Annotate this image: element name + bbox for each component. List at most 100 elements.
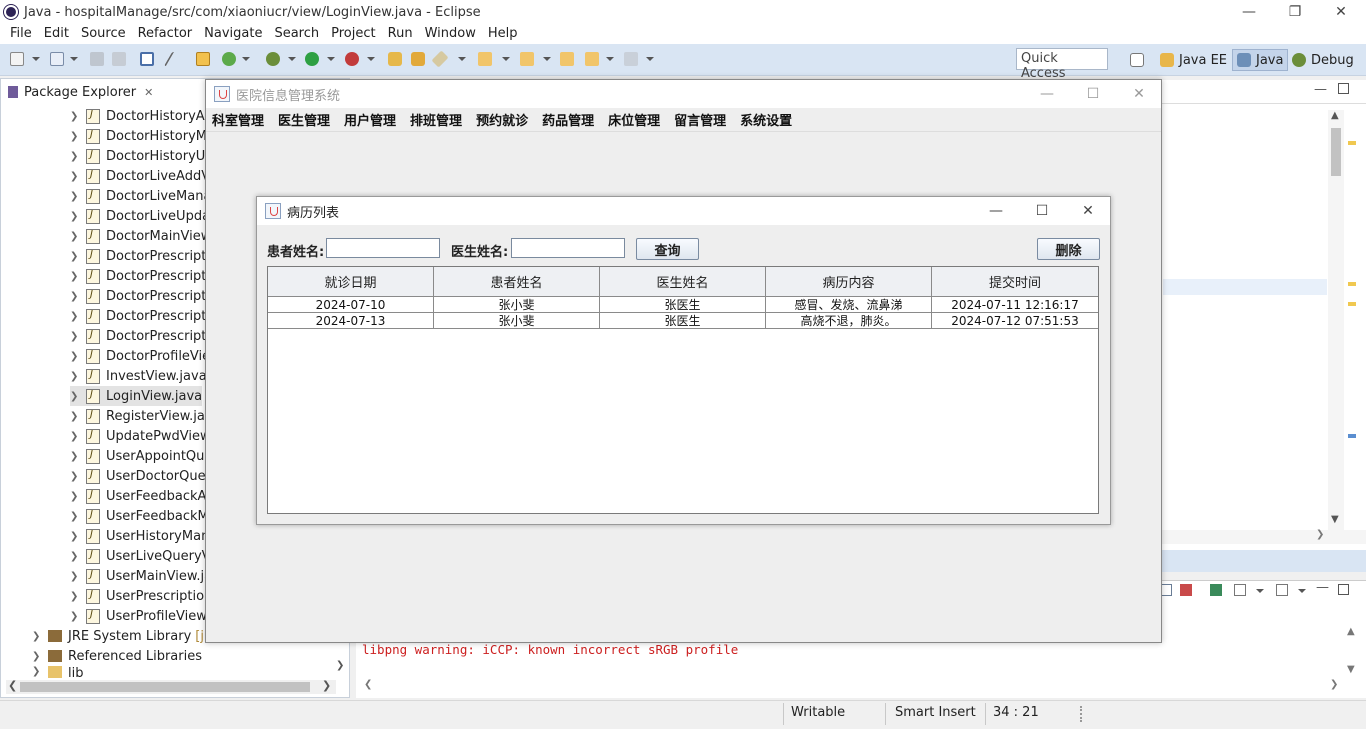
tree-item-java-file[interactable]: ❯DoctorLiveUpdate	[70, 206, 223, 226]
chevron-right-icon[interactable]: ❯	[70, 111, 86, 122]
run-dropdown-icon[interactable]	[327, 57, 335, 61]
console-icon[interactable]	[140, 52, 154, 66]
next-annotation-dropdown-icon[interactable]	[543, 57, 551, 61]
menu-feedback[interactable]: 留言管理	[674, 110, 726, 129]
forward-icon[interactable]	[624, 52, 638, 66]
console-vscrollbar[interactable]: ▲ ▼	[1346, 626, 1360, 680]
scroll-down-icon[interactable]: ▼	[1331, 514, 1339, 525]
chevron-right-icon[interactable]: ❯	[70, 551, 86, 562]
scroll-right-icon[interactable]: ❯	[1330, 679, 1338, 690]
chevron-right-icon[interactable]: ❯	[70, 611, 86, 622]
new-dropdown-icon[interactable]	[32, 57, 40, 61]
main-minimize-button[interactable]: —	[1024, 82, 1070, 106]
scroll-up-icon[interactable]: ▲	[1347, 626, 1355, 637]
table-cell[interactable]: 2024-07-12 07:51:53	[932, 313, 1098, 329]
remove-launch-icon[interactable]	[1180, 584, 1192, 596]
menu-schedule[interactable]: 排班管理	[410, 110, 462, 129]
tree-item-java-file[interactable]: ❯ DoctorProfileView	[70, 346, 221, 366]
minimize-view-icon[interactable]: —	[1316, 580, 1329, 595]
chevron-right-icon[interactable]: ❯	[70, 291, 86, 302]
menu-settings[interactable]: 系统设置	[740, 110, 792, 129]
tree-item-java-file[interactable]: ❯ InvestView.java	[70, 366, 207, 386]
record-close-button[interactable]: ✕	[1065, 199, 1111, 223]
chevron-right-icon[interactable]: ❯	[70, 571, 86, 582]
status-drag-handle[interactable]	[1080, 706, 1082, 722]
chevron-right-icon[interactable]: ❯	[70, 231, 86, 242]
tree-item-java-file[interactable]: ❯UserProfileView.ja	[70, 606, 221, 626]
pin-console-icon[interactable]	[1210, 584, 1222, 596]
menu-user[interactable]: 用户管理	[344, 110, 396, 129]
tree-item-java-file[interactable]: ❯ RegisterView.java	[70, 406, 221, 426]
chevron-right-icon[interactable]: ❯	[70, 171, 86, 182]
chevron-right-icon[interactable]: ❯	[32, 666, 48, 677]
chevron-right-icon[interactable]: ❯	[70, 251, 86, 262]
minimize-view-icon[interactable]: —	[1314, 82, 1327, 97]
scroll-down-icon[interactable]: ❯	[336, 660, 344, 671]
tree-item-java-file[interactable]: ❯UserLiveQueryVie	[70, 546, 222, 566]
pen-icon[interactable]	[431, 50, 449, 68]
debug-bug-icon[interactable]	[266, 52, 280, 66]
tree-item-java-file[interactable]: ❯ DoctorLiveManag	[70, 186, 220, 206]
chevron-right-icon[interactable]: ❯	[70, 151, 86, 162]
open-type-icon[interactable]	[388, 52, 402, 66]
table-cell[interactable]: 张医生	[600, 313, 766, 329]
tree-item-java-file[interactable]: ❯ UserFeedbackMa	[70, 506, 217, 526]
perspective-java[interactable]: Java	[1232, 49, 1289, 71]
tree-item-java-file[interactable]: ❯ DoctorPrescriptio	[70, 286, 218, 306]
minimize-button[interactable]: —	[1226, 0, 1272, 24]
tree-item-java-file[interactable]: ❯ DoctorPrescriptio	[70, 246, 218, 266]
last-edit-icon[interactable]	[560, 52, 574, 66]
tree-item-java-file[interactable]: ❯ UserHistoryMana	[70, 526, 217, 546]
run-icon[interactable]	[305, 52, 319, 66]
tree-item-java-file[interactable]: ❯ DoctorPrescriptio	[70, 326, 218, 346]
chevron-right-icon[interactable]: ❯	[70, 131, 86, 142]
chevron-right-icon[interactable]: ❯	[70, 331, 86, 342]
quick-access-input[interactable]: Quick Access	[1016, 48, 1108, 81]
save-icon[interactable]	[90, 52, 104, 66]
tree-item-jre-library[interactable]: ❯ JRE System Library [jre1	[32, 626, 225, 646]
open-folder-icon[interactable]	[411, 52, 425, 66]
back-dropdown-icon[interactable]	[606, 57, 614, 61]
tree-item-java-file[interactable]: ❯ UserAppointQuer	[70, 446, 218, 466]
restore-button[interactable]: ❐	[1272, 0, 1318, 24]
editor-vscrollbar[interactable]: ▲ ▼	[1328, 110, 1344, 530]
scroll-up-icon[interactable]: ▲	[1331, 110, 1339, 121]
tree-item-java-file[interactable]: ❯ UserDoctorQuery	[70, 466, 219, 486]
patient-name-input[interactable]	[326, 238, 440, 258]
menu-run[interactable]: Run	[382, 26, 419, 41]
chevron-right-icon[interactable]: ❯	[70, 371, 86, 382]
new-file-icon[interactable]	[10, 52, 24, 66]
refresh-icon[interactable]	[222, 52, 236, 66]
main-maximize-button[interactable]: ☐	[1070, 82, 1116, 106]
new-package-dropdown-icon[interactable]	[70, 57, 78, 61]
tree-item-java-file[interactable]: ❯DoctorLiveAddVie	[70, 166, 221, 186]
chevron-right-icon[interactable]: ❯	[70, 531, 86, 542]
chevron-right-icon[interactable]: ❯	[70, 431, 86, 442]
tree-item-java-file[interactable]: ❯ DoctorPrescriptio	[70, 306, 218, 326]
query-button[interactable]: 查询	[636, 238, 699, 260]
table-cell[interactable]: 2024-07-10	[268, 297, 434, 313]
tree-item-lib[interactable]: ❯ lib	[32, 666, 83, 680]
editor-hscrollbar[interactable]: ❯	[1160, 529, 1366, 544]
column-header-doctor-name[interactable]: 医生姓名	[600, 267, 766, 297]
scroll-right-icon[interactable]: ❯	[1316, 529, 1324, 540]
table-cell[interactable]: 高烧不退，肺炎。	[766, 313, 932, 329]
chevron-right-icon[interactable]: ❯	[70, 411, 86, 422]
tree-item-java-file[interactable]: ❯ UserPrescription(	[70, 586, 217, 606]
chevron-right-icon[interactable]: ❯	[70, 391, 86, 402]
menu-refactor[interactable]: Refactor	[132, 26, 199, 41]
menu-window[interactable]: Window	[419, 26, 482, 41]
table-cell[interactable]: 张小斐	[434, 297, 600, 313]
external-tools-dropdown-icon[interactable]	[367, 57, 375, 61]
tree-item-java-file[interactable]: ❯ UserMainView.jav	[70, 566, 220, 586]
chevron-right-icon[interactable]: ❯	[70, 351, 86, 362]
chevron-right-icon[interactable]: ❯	[70, 511, 86, 522]
back-icon[interactable]	[585, 52, 599, 66]
menu-navigate[interactable]: Navigate	[198, 26, 268, 41]
next-annotation-icon[interactable]	[520, 52, 534, 66]
menu-doctor[interactable]: 医生管理	[278, 110, 330, 129]
table-cell[interactable]: 2024-07-11 12:16:17	[932, 297, 1098, 313]
console-hscrollbar[interactable]: ❮ ❯	[362, 679, 1342, 694]
annotation-icon[interactable]	[478, 52, 492, 66]
chevron-right-icon[interactable]: ❯	[70, 491, 86, 502]
